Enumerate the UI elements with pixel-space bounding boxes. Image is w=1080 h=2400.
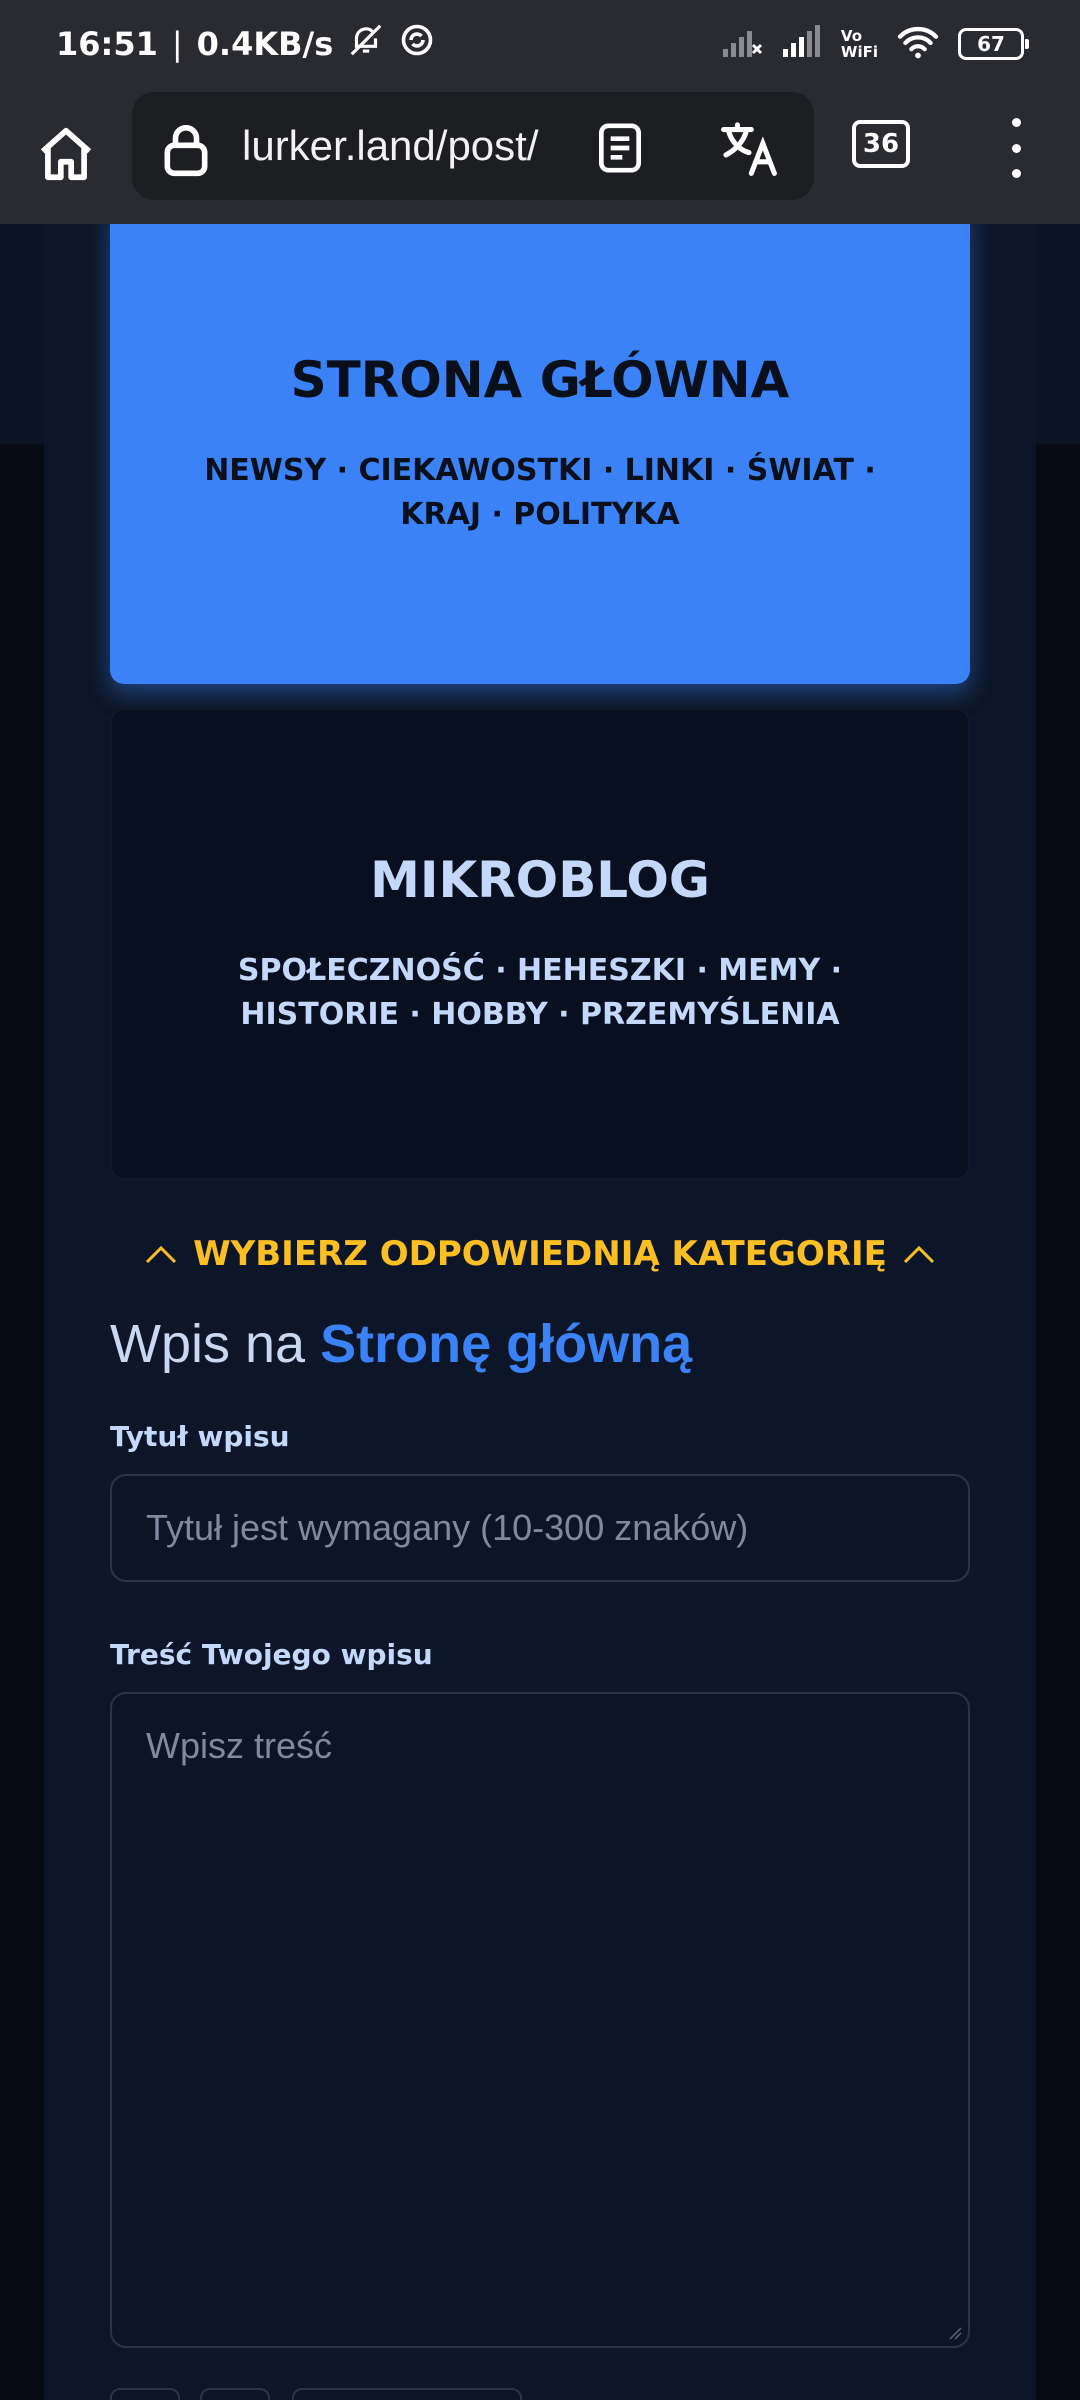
reader-mode-icon[interactable]: [592, 120, 648, 176]
title-placeholder: Tytuł jest wymagany (10-300 znaków): [146, 1507, 749, 1548]
translate-icon[interactable]: [718, 118, 780, 178]
status-bar-right: Vo WiFi 67: [721, 20, 1029, 68]
status-bar-left: 16:51 | 0.4KB/s: [56, 22, 435, 66]
toolbar-button-stub[interactable]: [110, 2388, 180, 2400]
sync-icon: [399, 22, 435, 66]
category-tags: SPOŁECZNOŚĆ · HEHESZKI · MEMY · HISTORIE…: [237, 953, 843, 1032]
tab-count: 36: [862, 129, 900, 159]
toolbar-button-stub[interactable]: [200, 2388, 270, 2400]
network-speed: 0.4KB/s: [196, 25, 334, 63]
form-heading: Wpis na Stronę główną: [110, 1304, 970, 1384]
status-bar: 16:51 | 0.4KB/s Vo WiFi 67: [0, 0, 1080, 88]
title-label: Tytuł wpisu: [110, 1420, 290, 1453]
home-button[interactable]: [30, 118, 102, 190]
chevron-up-icon: [903, 1245, 934, 1264]
category-tags: NEWSY · CIEKAWOSTKI · LINKI · ŚWIAT · KR…: [204, 453, 876, 532]
toolbar-button-stub[interactable]: [292, 2388, 522, 2400]
body-placeholder: Wpisz treść: [146, 1725, 333, 1766]
chevron-up-icon: [146, 1245, 177, 1264]
choose-category-hint: WYBIERZ ODPOWIEDNIĄ KATEGORIĘ: [110, 1224, 970, 1284]
form-heading-prefix: Wpis na: [110, 1314, 306, 1374]
mute-icon: [347, 21, 385, 67]
battery-icon: 67: [958, 28, 1029, 60]
signal-no-service-icon: [721, 25, 763, 64]
resize-handle-icon[interactable]: [946, 2324, 962, 2340]
body-textarea[interactable]: Wpisz treść: [110, 1692, 970, 2348]
tab-switcher-button[interactable]: 36: [852, 120, 910, 168]
category-title: STRONA GŁÓWNA: [290, 351, 790, 409]
form-heading-target: Stronę główną: [320, 1314, 693, 1374]
home-icon: [40, 127, 92, 181]
category-card-microblog[interactable]: MIKROBLOG SPOŁECZNOŚĆ · HEHESZKI · MEMY …: [110, 708, 970, 1180]
category-title: MIKROBLOG: [370, 851, 710, 909]
address-bar[interactable]: lurker.land/post/: [132, 92, 814, 200]
body-label: Treść Twojego wpisu: [110, 1638, 433, 1671]
clock: 16:51: [56, 25, 158, 63]
vowifi-icon: Vo WiFi: [841, 28, 878, 60]
more-menu-icon[interactable]: [1000, 118, 1032, 178]
web-page: STRONA GŁÓWNA NEWSY · CIEKAWOSTKI · LINK…: [0, 224, 1080, 2400]
battery-level: 67: [977, 32, 1005, 56]
category-card-home[interactable]: STRONA GŁÓWNA NEWSY · CIEKAWOSTKI · LINK…: [110, 224, 970, 684]
choose-category-text: WYBIERZ ODPOWIEDNIĄ KATEGORIĘ: [193, 1234, 887, 1274]
title-input[interactable]: Tytuł jest wymagany (10-300 znaków): [110, 1474, 970, 1582]
wifi-icon: [896, 24, 940, 65]
browser-toolbar: lurker.land/post/ 36: [0, 88, 1080, 224]
vowifi-bottom: WiFi: [840, 43, 878, 61]
signal-strength-icon: [781, 24, 823, 64]
status-separator: |: [171, 25, 183, 63]
lock-icon: [164, 125, 208, 177]
